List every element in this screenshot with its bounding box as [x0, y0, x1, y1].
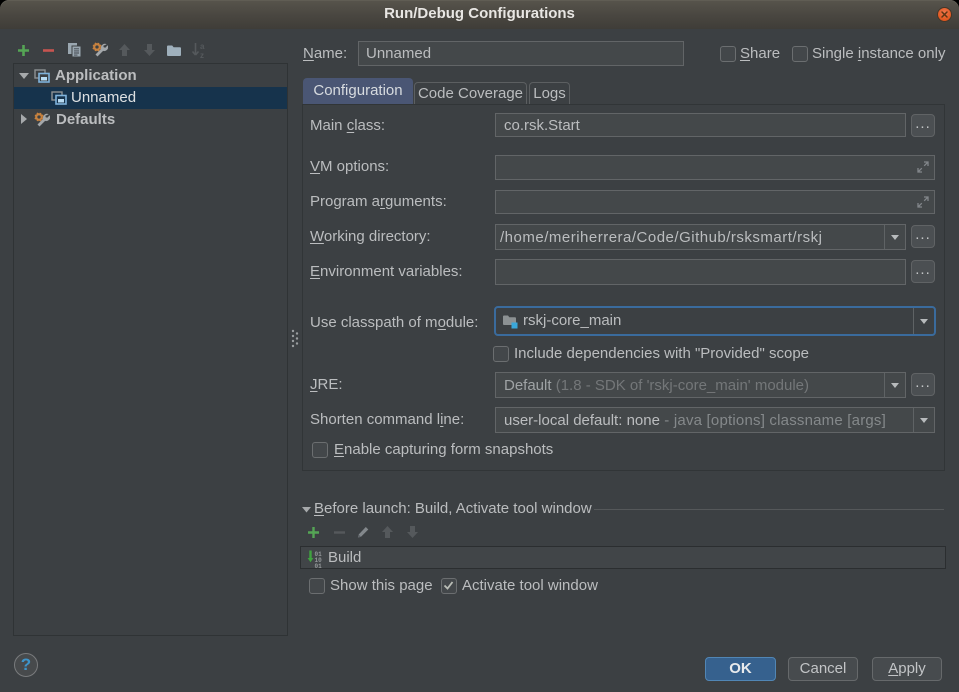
svg-text:01: 01 — [315, 563, 323, 568]
svg-text:z: z — [200, 51, 204, 59]
svg-text:a: a — [200, 42, 205, 51]
